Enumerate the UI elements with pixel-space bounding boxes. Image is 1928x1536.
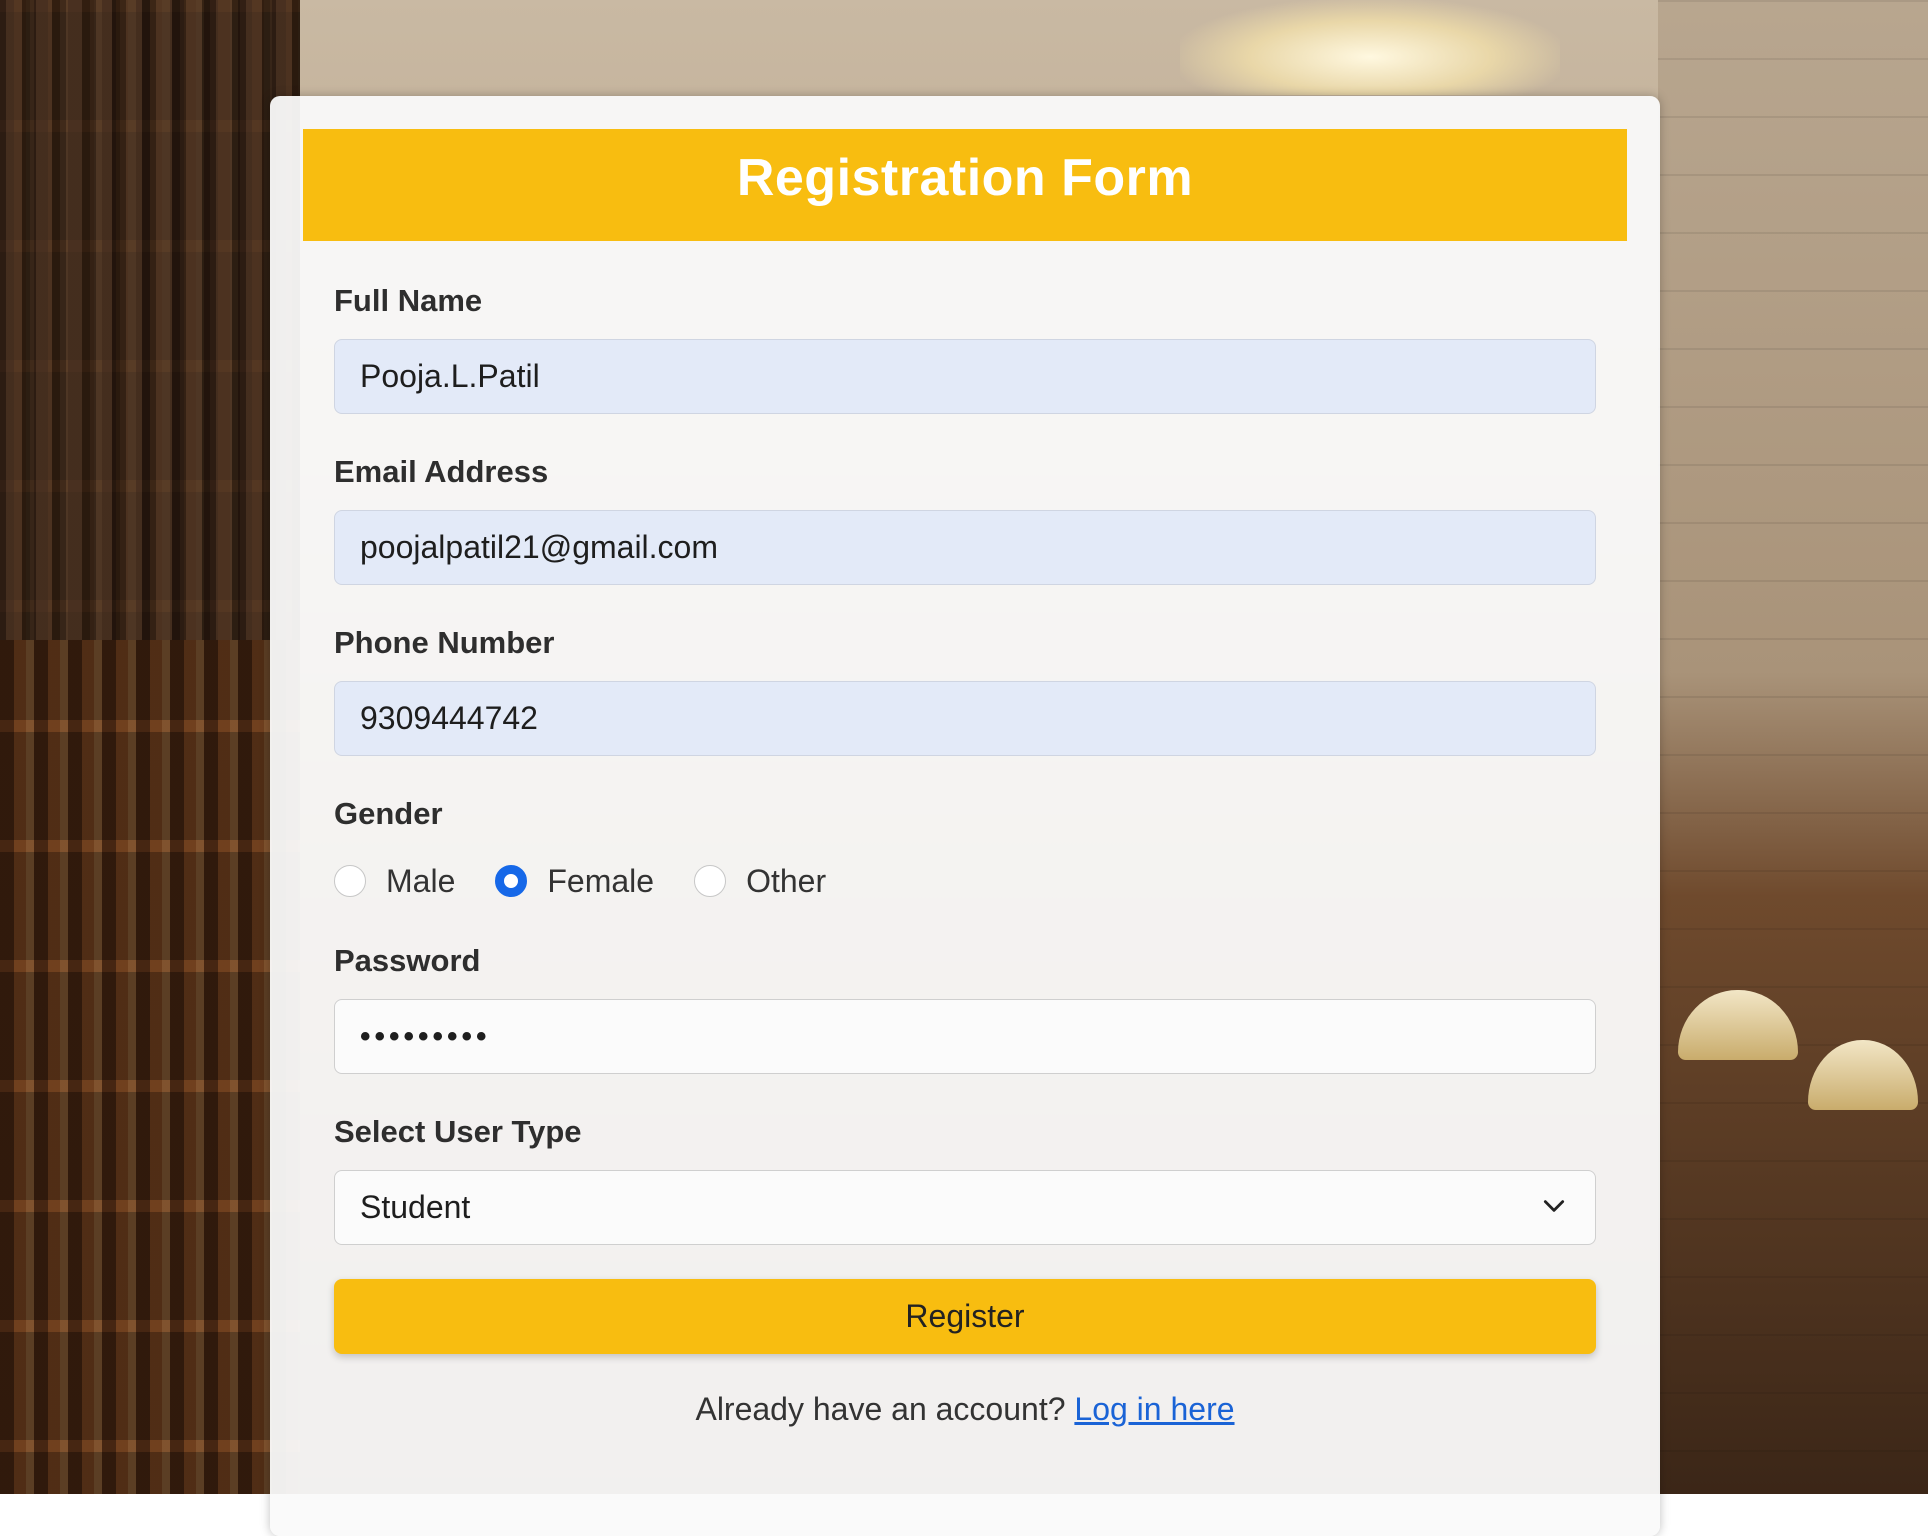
password-input[interactable]: ••••••••• <box>334 999 1596 1074</box>
phone-input[interactable]: 9309444742 <box>334 681 1596 756</box>
gender-option-other[interactable]: Other <box>694 863 826 900</box>
login-link[interactable]: Log in here <box>1074 1391 1234 1427</box>
radio-other[interactable] <box>694 865 727 897</box>
user-type-label: Select User Type <box>334 1114 582 1149</box>
email-label: Email Address <box>334 454 549 489</box>
radio-male[interactable] <box>334 865 366 897</box>
chevron-down-icon <box>1543 1200 1565 1212</box>
full-name-value: Pooja.L.Patil <box>360 358 540 394</box>
bookshelf-left <box>0 0 300 1494</box>
gender-option-female[interactable]: Female <box>495 863 654 900</box>
login-prompt: Already have an account? Log in here <box>270 1391 1660 1428</box>
full-name-label: Full Name <box>334 283 483 318</box>
chandelier <box>1180 0 1560 95</box>
radio-label-female: Female <box>547 862 655 899</box>
gender-option-male[interactable]: Male <box>334 863 455 900</box>
radio-female[interactable] <box>495 865 528 897</box>
register-button[interactable]: Register <box>334 1279 1596 1354</box>
phone-label: Phone Number <box>334 625 555 660</box>
gender-radio-group: Male Female Other <box>334 856 866 906</box>
email-value: poojalpatil21@gmail.com <box>360 529 718 565</box>
lamp <box>1678 990 1798 1060</box>
password-value: ••••••••• <box>360 1019 491 1053</box>
form-header: Registration Form <box>303 129 1627 241</box>
user-type-select[interactable]: Student <box>334 1170 1596 1245</box>
password-label: Password <box>334 943 481 978</box>
form-title: Registration Form <box>736 149 1194 207</box>
reading-room-right <box>1658 0 1928 1494</box>
radio-label-other: Other <box>746 862 827 899</box>
user-type-value: Student <box>360 1189 471 1225</box>
phone-value: 9309444742 <box>360 700 538 736</box>
registration-card: Registration Form Full Name Pooja.L.Pati… <box>270 96 1660 1536</box>
gender-label: Gender <box>334 796 443 831</box>
email-input[interactable]: poojalpatil21@gmail.com <box>334 510 1596 585</box>
full-name-input[interactable]: Pooja.L.Patil <box>334 339 1596 414</box>
login-prompt-text: Already have an account? <box>695 1391 1066 1427</box>
lamp <box>1808 1040 1918 1110</box>
radio-label-male: Male <box>386 862 456 899</box>
